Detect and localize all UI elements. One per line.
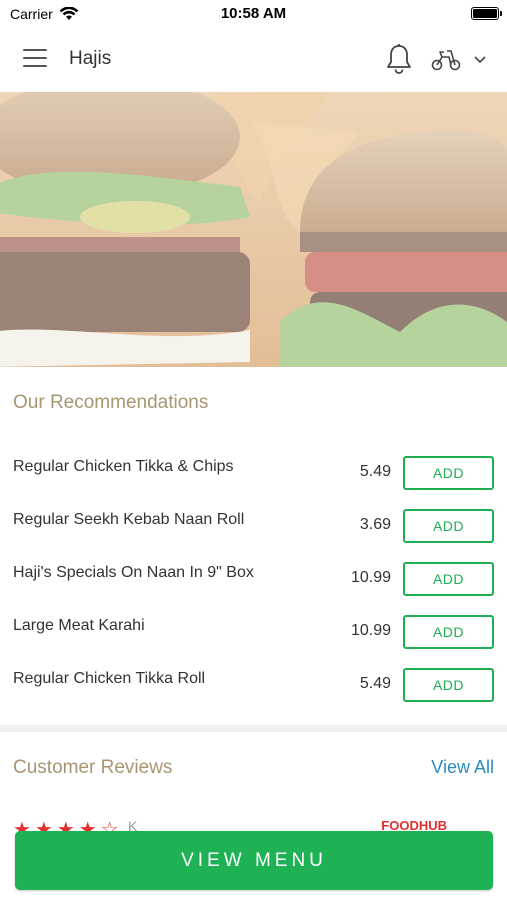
menu-icon[interactable]	[23, 49, 47, 69]
list-item: Regular Chicken Tikka Roll 5.49 ADD	[0, 657, 507, 710]
item-price: 3.69	[359, 516, 391, 533]
add-button[interactable]: ADD	[403, 562, 494, 596]
recommendations-list: Regular Chicken Tikka & Chips 5.49 ADD R…	[0, 445, 507, 710]
hero-banner-image	[0, 92, 507, 367]
add-button[interactable]: ADD	[403, 668, 494, 702]
item-name: Regular Chicken Tikka & Chips	[13, 458, 234, 475]
add-button[interactable]: ADD	[403, 509, 494, 543]
item-name: Regular Chicken Tikka Roll	[13, 670, 206, 687]
add-button[interactable]: ADD	[403, 456, 494, 490]
item-price: 5.49	[359, 463, 391, 480]
item-name: Regular Seekh Kebab Naan Roll	[13, 511, 245, 528]
scooter-icon[interactable]	[430, 46, 462, 72]
recommendations-title: Our Recommendations	[13, 392, 209, 413]
restaurant-title: Hajis	[69, 48, 112, 69]
burger-illustration	[0, 92, 507, 367]
battery-fill	[473, 9, 497, 18]
chevron-down-icon[interactable]	[472, 52, 488, 66]
item-price: 5.49	[359, 675, 391, 692]
view-all-link[interactable]: View All	[431, 757, 494, 778]
app-header: Hajis	[0, 30, 507, 90]
list-item: Large Meat Karahi 10.99 ADD	[0, 604, 507, 657]
list-item: Regular Chicken Tikka & Chips 5.49 ADD	[0, 445, 507, 498]
bell-icon[interactable]	[384, 43, 414, 75]
item-name: Haji's Specials On Naan In 9" Box	[13, 564, 254, 581]
item-price: 10.99	[350, 569, 391, 586]
item-name: Large Meat Karahi	[13, 617, 145, 634]
view-menu-button[interactable]: VIEW MENU	[15, 831, 493, 890]
list-item: Haji's Specials On Naan In 9" Box 10.99 …	[0, 551, 507, 604]
status-bar: Carrier 10:58 AM	[0, 0, 507, 28]
list-item: Regular Seekh Kebab Naan Roll 3.69 ADD	[0, 498, 507, 551]
reviews-title: Customer Reviews	[13, 757, 173, 778]
add-button[interactable]: ADD	[403, 615, 494, 649]
item-price: 10.99	[350, 622, 391, 639]
status-time: 10:58 AM	[220, 5, 287, 22]
section-divider	[0, 725, 507, 732]
battery-icon	[471, 7, 502, 20]
